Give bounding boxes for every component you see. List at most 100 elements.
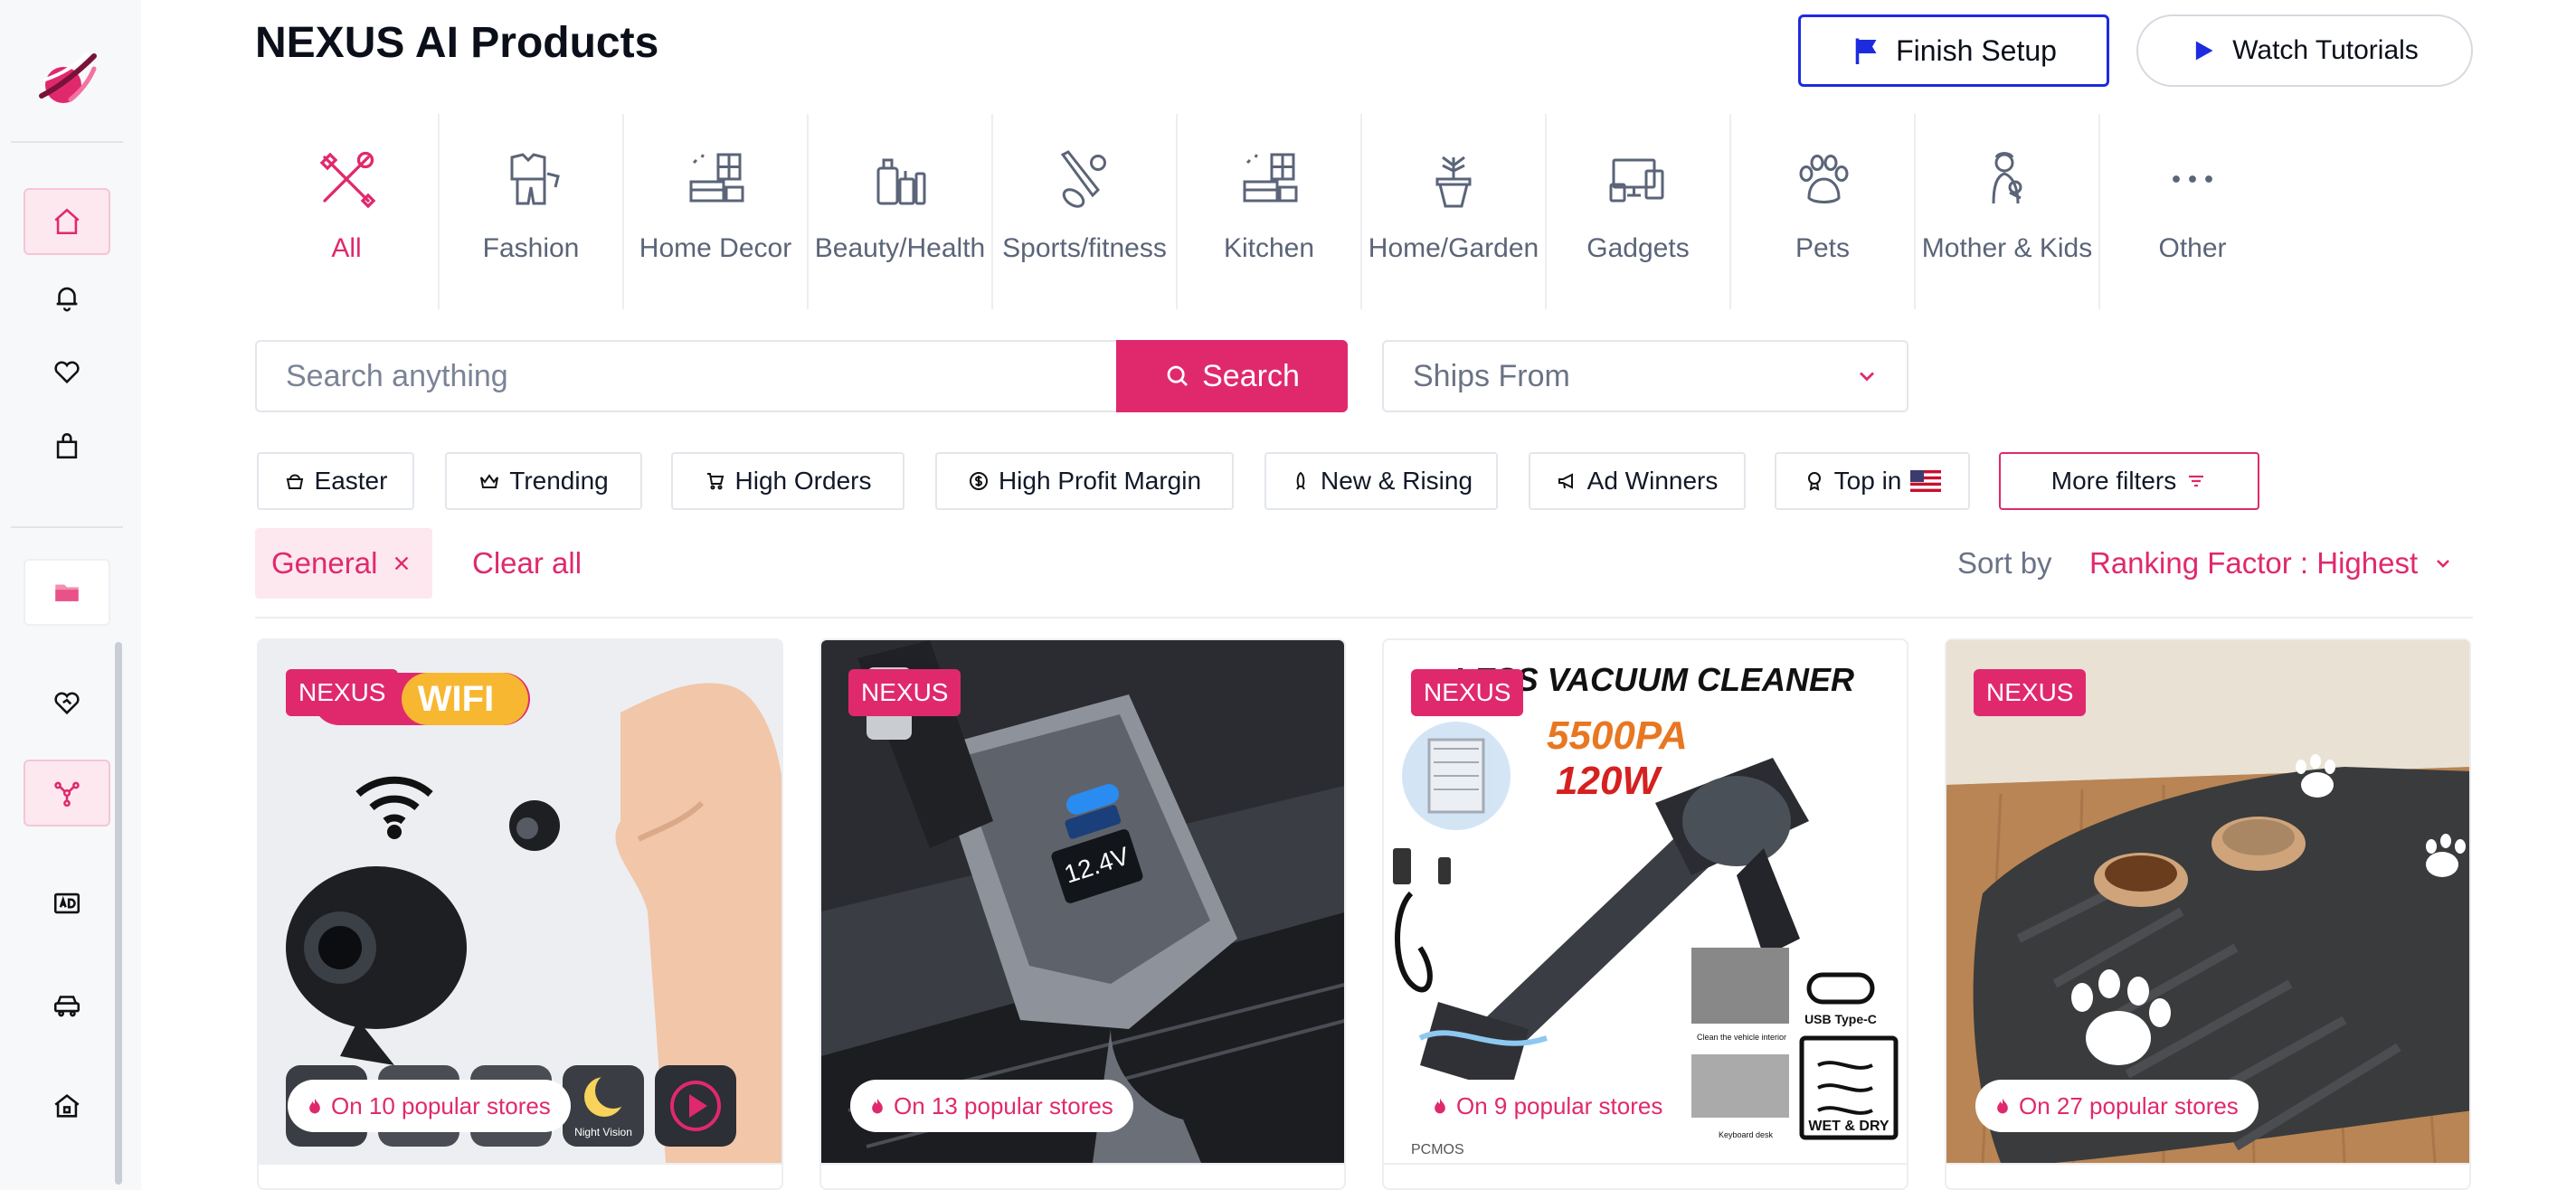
divider <box>255 617 2473 619</box>
us-flag-icon <box>1910 470 1942 492</box>
popular-stores-text: On 13 popular stores <box>894 1091 1113 1119</box>
brand-logo-icon[interactable] <box>34 47 99 112</box>
product-card-footer <box>259 1163 781 1188</box>
svg-text:WET & DRY: WET & DRY <box>1808 1119 1889 1134</box>
sidebar-item-folder[interactable] <box>24 559 110 626</box>
sort-by-label: Sort by <box>1957 546 2052 580</box>
store-home-icon <box>54 1094 80 1118</box>
folder-icon <box>55 584 79 601</box>
svg-text:Clean the vehicle interior: Clean the vehicle interior <box>1697 1033 1786 1042</box>
more-filters-button[interactable]: More filters <box>1999 452 2259 510</box>
watch-tutorials-label: Watch Tutorials <box>2232 35 2419 65</box>
filter-chip-label: New & Rising <box>1320 467 1473 495</box>
category-tab-pets[interactable]: Pets <box>1731 114 1916 309</box>
category-label: All <box>331 233 362 263</box>
kitchen-icon <box>1243 153 1298 203</box>
watch-tutorials-button[interactable]: Watch Tutorials <box>2136 14 2473 87</box>
sidebar-item-vehicles[interactable] <box>24 971 110 1038</box>
filter-chip-high-orders[interactable]: High Orders <box>671 452 904 510</box>
flame-icon <box>309 1098 320 1114</box>
filter-chip-label: Trending <box>509 467 609 495</box>
clear-all-link[interactable]: Clear all <box>472 546 582 581</box>
filter-chip-top-in[interactable]: Top in <box>1775 452 1970 510</box>
megaphone-icon <box>1558 473 1573 489</box>
category-label: Home/Garden <box>1368 233 1539 263</box>
category-label: Other <box>2158 233 2227 263</box>
applied-filter-general[interactable]: General <box>255 528 432 599</box>
category-tab-other[interactable]: Other <box>2100 114 2285 309</box>
bell-icon <box>56 287 78 312</box>
chevron-down-icon <box>2437 560 2450 568</box>
close-icon[interactable] <box>392 553 412 573</box>
nexus-badge: NEXUS <box>1411 669 1524 716</box>
sidebar-item-ads[interactable] <box>24 870 110 937</box>
category-tab-kitchen[interactable]: Kitchen <box>1178 114 1362 309</box>
category-tab-home-garden[interactable]: Home/Garden <box>1362 114 1547 309</box>
crown-icon <box>480 474 499 488</box>
filter-chip-label: Ad Winners <box>1586 467 1719 495</box>
category-tab-home-decor[interactable]: Home Decor <box>624 114 809 309</box>
filter-chip-ad-winners[interactable]: Ad Winners <box>1529 452 1746 510</box>
product-card[interactable]: WIFI Night Vision NEXUS On 10 popular st… <box>257 638 783 1190</box>
furniture-icon <box>689 153 744 203</box>
sidebar-item-favorites[interactable] <box>24 338 110 405</box>
product-card[interactable]: LESS VACUUM CLEANER 5500PA 120W Clean th… <box>1382 638 1908 1190</box>
svg-text:WIFI: WIFI <box>418 679 494 719</box>
more-filters-label: More filters <box>2050 467 2177 495</box>
sidebar-item-notifications[interactable] <box>24 264 110 331</box>
heart-icon <box>54 361 80 384</box>
search-button-label: Search <box>1202 358 1300 393</box>
mother-child-icon <box>1992 152 2022 204</box>
category-tab-fashion[interactable]: Fashion <box>440 114 624 309</box>
filter-chip-label: High Profit Margin <box>998 467 1202 495</box>
sort-select[interactable]: Ranking Factor : Highest <box>2089 546 2454 581</box>
sort-value: Ranking Factor : Highest <box>2089 546 2419 580</box>
cosmetics-icon <box>876 158 926 205</box>
page-title: NEXUS AI Products <box>255 19 659 67</box>
popular-stores-badge: On 13 popular stores <box>850 1080 1133 1132</box>
filter-chip-trending[interactable]: Trending <box>445 452 642 510</box>
search-input[interactable] <box>255 340 1116 412</box>
ships-from-label: Ships From <box>1413 358 1570 393</box>
svg-text:5500PA: 5500PA <box>1547 713 1688 758</box>
category-tabs: All Fashion Home Decor Beauty/Health Spo… <box>255 114 2285 309</box>
category-tab-sports-fitness[interactable]: Sports/fitness <box>993 114 1178 309</box>
popular-stores-badge: On 27 popular stores <box>1975 1080 2259 1132</box>
sidebar-item-shop[interactable] <box>24 412 110 479</box>
car-icon <box>53 996 80 1017</box>
nexus-badge: NEXUS <box>286 669 399 716</box>
product-card[interactable]: NEXUS On 27 popular stores <box>1945 638 2471 1190</box>
filter-chip-high-profit-margin[interactable]: High Profit Margin <box>935 452 1234 510</box>
svg-text:PCMOS: PCMOS <box>1411 1142 1464 1157</box>
flame-icon <box>1435 1098 1445 1114</box>
category-tab-beauty-health[interactable]: Beauty/Health <box>809 114 993 309</box>
popular-stores-text: On 10 popular stores <box>331 1091 551 1119</box>
sidebar-item-store[interactable] <box>24 1072 110 1139</box>
category-tab-mother-kids[interactable]: Mother & Kids <box>1916 114 2100 309</box>
finish-setup-button[interactable]: Finish Setup <box>1798 14 2109 87</box>
svg-text:Keyboard desk: Keyboard desk <box>1719 1130 1774 1139</box>
filter-chip-new-rising[interactable]: New & Rising <box>1264 452 1498 510</box>
ships-from-select[interactable]: Ships From <box>1382 340 1908 412</box>
svg-text:USB Type-C: USB Type-C <box>1804 1012 1877 1026</box>
product-card-footer <box>1384 1163 1907 1188</box>
sidebar-item-network[interactable] <box>24 760 110 826</box>
flame-icon <box>872 1098 883 1114</box>
sidebar-scrollbar[interactable] <box>115 642 122 1185</box>
search-button[interactable]: Search <box>1116 340 1348 412</box>
search-icon <box>1167 365 1189 386</box>
home-icon <box>54 208 80 235</box>
sidebar <box>0 0 141 1190</box>
flame-icon <box>1997 1098 2008 1114</box>
product-card[interactable]: 12.4V NEXUS On 13 popular stores <box>819 638 1346 1190</box>
nexus-badge: NEXUS <box>1974 669 2087 716</box>
sidebar-item-partners[interactable] <box>24 669 110 736</box>
category-tab-all[interactable]: All <box>255 114 440 309</box>
category-label: Pets <box>1795 233 1851 263</box>
filter-chip-easter[interactable]: Easter <box>257 452 414 510</box>
category-label: Beauty/Health <box>814 233 986 263</box>
sidebar-item-home[interactable] <box>24 188 110 255</box>
svg-text:Night Vision: Night Vision <box>574 1126 632 1138</box>
category-tab-gadgets[interactable]: Gadgets <box>1547 114 1731 309</box>
filter-chip-label: High Orders <box>734 467 872 495</box>
